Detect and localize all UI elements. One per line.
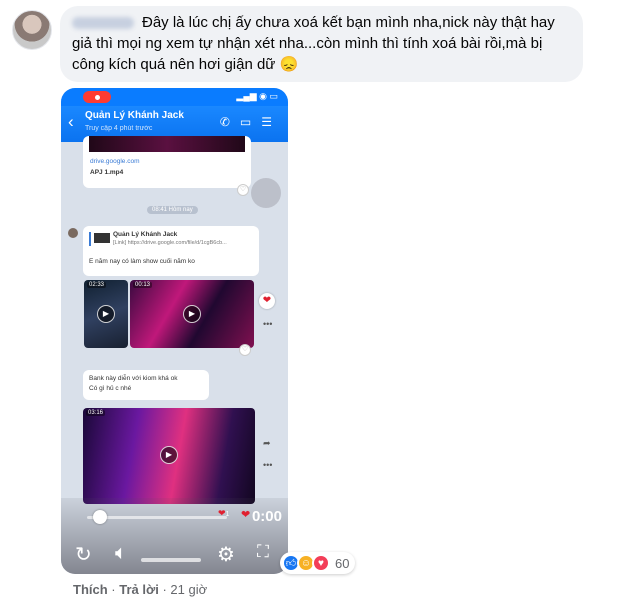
- scrub-handle[interactable]: [93, 510, 107, 524]
- heart-reaction-icon: ♡: [237, 184, 249, 196]
- comment-actions: Thích · Trả lời · 21 giờ: [73, 582, 207, 597]
- love-icon: ♥: [312, 554, 330, 572]
- mute-icon[interactable]: 🔈︎: [115, 542, 127, 565]
- video-thumbnail: 02:33 ▶: [84, 280, 128, 348]
- comment-text: Đây là lúc chị ấy chưa xoá kết bạn mình …: [72, 14, 555, 73]
- author-name-blurred[interactable]: [72, 17, 134, 30]
- link-card: drive.google.com APJ 1.mp4: [83, 136, 251, 188]
- video-time: 0:00: [251, 508, 282, 525]
- link-file-name: APJ 1.mp4: [90, 169, 124, 176]
- assistive-touch-button: [251, 178, 281, 208]
- more-icon: •••: [263, 319, 273, 329]
- heart-reaction-icon: ♡: [239, 344, 251, 356]
- back-arrow-icon: ‹: [68, 112, 74, 131]
- heart-icon: ❤: [259, 293, 275, 309]
- heart-icon: ❤1: [218, 508, 230, 518]
- separator: ·: [158, 582, 171, 597]
- chat-contact-name: Quản Lý Khánh Jack: [85, 110, 184, 121]
- timestamp-link[interactable]: 21 giờ: [170, 582, 207, 597]
- play-icon: ▶: [97, 305, 115, 323]
- video-duration: 02:33: [87, 282, 107, 288]
- recording-indicator: [83, 91, 111, 103]
- quote-link: [Link] https://drive.google.com/file/d/1…: [113, 240, 227, 246]
- play-icon: ▶: [160, 446, 178, 464]
- share-icon: ➦: [263, 438, 271, 448]
- comment-bubble: Đây là lúc chị ấy chưa xoá kết bạn mình …: [60, 6, 583, 82]
- message-bubble: Bank này diễn với kiom khá ok Có gì hủ c…: [83, 370, 209, 400]
- video-thumbnail: 00:13 ▶: [130, 280, 254, 348]
- video-duration: 03:16: [86, 410, 106, 416]
- reply-link[interactable]: Trả lời: [119, 582, 159, 597]
- reaction-summary[interactable]: 👍︎ ☺ ♥ 60: [280, 552, 356, 574]
- quote-name: Quản Lý Khánh Jack: [113, 231, 178, 238]
- scrub-track[interactable]: [87, 516, 227, 519]
- sender-avatar: [68, 228, 78, 238]
- call-video-menu-icons: ✆▭☰: [219, 115, 282, 129]
- settings-gear-icon[interactable]: ⚙: [217, 542, 235, 567]
- heart-count: 1: [225, 511, 230, 518]
- separator: ·: [107, 582, 120, 597]
- avatar[interactable]: [12, 10, 52, 50]
- message-text: Bank này diễn với kiom khá ok: [89, 375, 178, 382]
- signal-icon: ▂▄▆ ◉ ▭: [236, 91, 278, 101]
- replay-icon[interactable]: ↻: [75, 542, 92, 567]
- home-indicator: [141, 558, 201, 562]
- reply-message: Quản Lý Khánh Jack [Link] https://drive.…: [83, 226, 259, 276]
- attached-screenshot[interactable]: ▂▄▆ ◉ ▭ ‹ Quản Lý Khánh Jack Truy cập 4 …: [61, 88, 288, 574]
- quote-thumbnail: [94, 233, 110, 243]
- phone-status-bar: ▂▄▆ ◉ ▭: [61, 88, 288, 106]
- link-thumbnail: [89, 136, 245, 152]
- chat-contact-status: Truy cập 4 phút trước: [85, 125, 153, 132]
- message-text: E năm nay có làm show cuối năm ko: [89, 258, 195, 265]
- video-controls: ❤1 ❤ 0:00 ↻ 🔈︎ ⚙ ⛶: [61, 498, 288, 574]
- message-text: Có gì hủ c nhé: [89, 385, 132, 392]
- like-link[interactable]: Thích: [73, 582, 108, 597]
- more-icon: •••: [263, 460, 273, 470]
- fullscreen-icon[interactable]: ⛶: [257, 542, 269, 562]
- link-domain: drive.google.com: [90, 158, 140, 165]
- heart-icon: ❤: [241, 509, 251, 521]
- video-duration: 00:13: [133, 282, 153, 288]
- comment-item: Đây là lúc chị ấy chưa xoá kết bạn mình …: [0, 0, 620, 613]
- reaction-count: 60: [335, 555, 350, 571]
- video-thumbnail: 03:16 ▶: [83, 408, 255, 504]
- play-icon: ▶: [183, 305, 201, 323]
- time-divider: 08:41 Hôm nay: [147, 206, 198, 214]
